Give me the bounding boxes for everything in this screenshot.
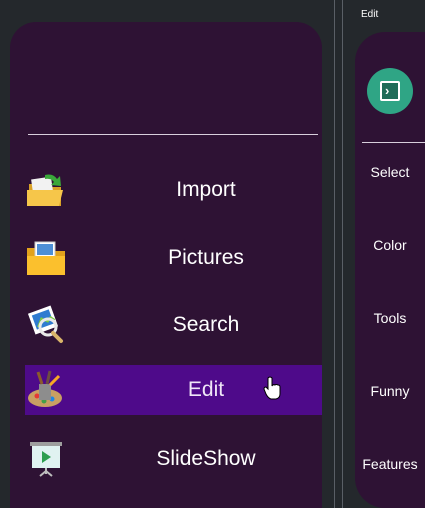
menu-item-label: Import <box>176 178 236 201</box>
slideshow-icon <box>30 442 62 477</box>
hand-cursor-icon <box>263 376 281 400</box>
menu-item-pictures[interactable]: Pictures <box>10 233 322 283</box>
photo-search-icon <box>27 305 63 343</box>
edit-panel: › Select Color Tools Funny Features <box>355 32 425 508</box>
app-window: Import Pictures Search Edit SlideShow Ed… <box>0 0 425 508</box>
menu-divider <box>28 134 318 135</box>
edit-item-funny[interactable]: Funny <box>355 376 425 406</box>
menu-item-label: SlideShow <box>156 447 256 470</box>
edit-item-select[interactable]: Select <box>355 157 425 187</box>
edit-panel-title: Edit <box>361 9 379 20</box>
main-menu-panel: Import Pictures Search Edit SlideShow <box>10 22 322 508</box>
menu-item-search[interactable]: Search <box>10 300 322 350</box>
panel-separator <box>334 0 335 508</box>
pictures-folder-icon <box>27 241 65 275</box>
menu-item-import[interactable]: Import <box>10 165 322 215</box>
menu-item-label: Search <box>172 313 240 336</box>
edit-item-color[interactable]: Color <box>355 230 425 260</box>
panel-separator <box>342 0 343 508</box>
menu-item-slideshow[interactable]: SlideShow <box>10 434 322 484</box>
edit-item-features[interactable]: Features <box>355 449 425 479</box>
menu-item-label: Pictures <box>168 246 244 269</box>
chevron-right-icon <box>380 81 400 101</box>
edit-item-tools[interactable]: Tools <box>355 303 425 333</box>
edit-panel-divider <box>362 142 425 143</box>
edit-panel-toggle-button[interactable]: › <box>367 68 413 114</box>
edit-brushes-icon <box>28 370 62 407</box>
menu-item-label: Edit <box>187 378 225 401</box>
folder-import-icon <box>27 174 63 206</box>
